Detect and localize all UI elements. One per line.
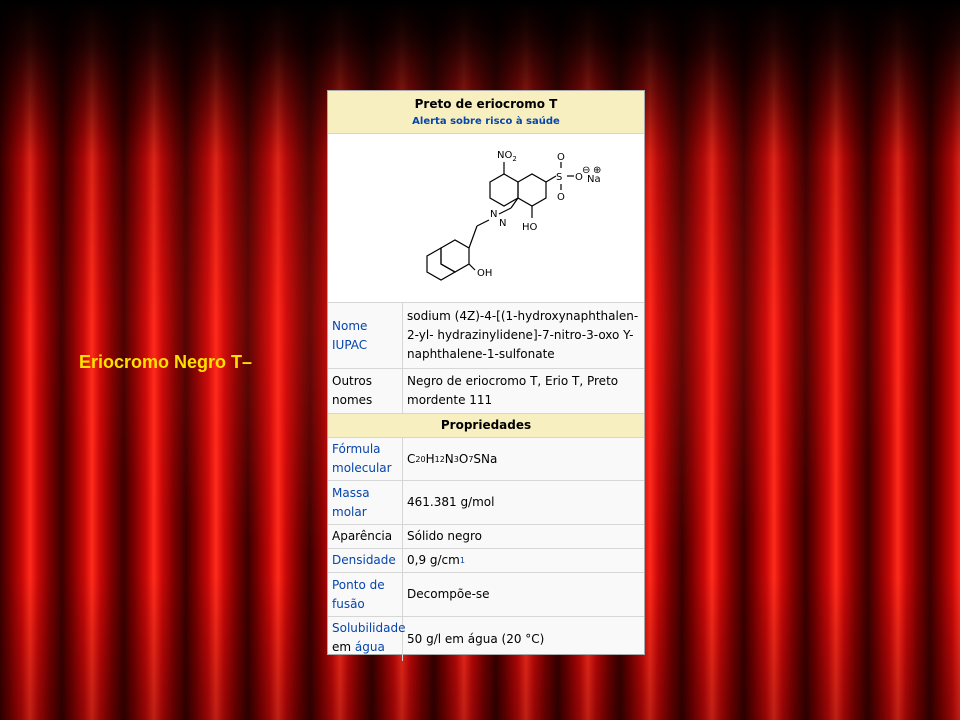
ring-d xyxy=(426,246,457,281)
other-names-value: Negro de eriocromo T, Erio T, Preto mord… xyxy=(407,374,619,407)
chemical-infobox: Preto de eriocromo T Alerta sobre risco … xyxy=(327,90,645,661)
nitrogen-1: N xyxy=(490,209,497,220)
density-row: Densidade 0,9 g/cm 1 xyxy=(328,549,644,573)
oxygen-2: O xyxy=(557,192,565,203)
nitrogen-2: N xyxy=(499,218,506,229)
infobox-title: Preto de eriocromo T xyxy=(414,97,558,111)
appearance-row: Aparência Sólido negro xyxy=(328,525,644,549)
oxygen-1: O xyxy=(557,152,565,163)
melting-point-value: Decompõe-se xyxy=(407,587,490,601)
iupac-value: sodium (4Z)-4-[(1-hydroxynaphthalen-2-yl… xyxy=(407,309,639,361)
infobox-header: Preto de eriocromo T Alerta sobre risco … xyxy=(328,91,644,134)
ring-b xyxy=(517,173,547,207)
solubility-row: Solubilidade em água 50 g/l em água (20 … xyxy=(328,617,644,661)
sulfur-label: S xyxy=(556,172,562,183)
formula-label[interactable]: Fórmula molecular xyxy=(328,438,403,480)
molar-mass-row: Massa molar 461.381 g/mol xyxy=(328,481,644,525)
hazard-link[interactable]: Alerta sobre risco à saúde xyxy=(328,116,644,127)
melting-point-label[interactable]: Ponto de fusão xyxy=(328,573,403,616)
molar-mass-label[interactable]: Massa molar xyxy=(328,481,403,524)
other-names-label: Outros nomes xyxy=(328,369,403,413)
ring-c xyxy=(440,239,470,273)
melting-point-row: Ponto de fusão Decompõe-se xyxy=(328,573,644,617)
formula-value: C 20 H 12 N 3 O 7 SNa xyxy=(407,451,498,466)
solubility-value: 50 g/l em água (20 °C) xyxy=(407,631,545,646)
other-names-row: Outros nomes Negro de eriocromo T, Erio … xyxy=(328,369,644,414)
solubility-label: Solubilidade em água xyxy=(328,617,406,661)
iupac-label[interactable]: Nome IUPAC xyxy=(328,303,403,368)
appearance-value: Sólido negro xyxy=(407,529,483,543)
solubility-label-em: em xyxy=(332,640,352,654)
ring-a xyxy=(489,173,519,207)
plus-charge: ⊕ xyxy=(593,165,601,176)
water-link[interactable]: água xyxy=(355,640,385,654)
molecule-diagram: NO2 O S O O ⊖ Na ⊕ N N HO OH xyxy=(426,150,601,281)
ho-label: HO xyxy=(522,222,538,233)
oh-label: OH xyxy=(477,268,492,279)
no2-label: NO2 xyxy=(497,150,517,163)
properties-header: Propriedades xyxy=(328,414,644,438)
slide-title: Eriocromo Negro T– xyxy=(79,352,253,372)
structure-image: NO2 O S O O ⊖ Na ⊕ N N HO OH xyxy=(328,134,644,303)
density-value: 0,9 g/cm 1 xyxy=(407,553,465,567)
formula-row: Fórmula molecular C 20 H 12 N 3 O 7 SNa xyxy=(328,438,644,481)
density-label[interactable]: Densidade xyxy=(328,549,403,572)
appearance-label: Aparência xyxy=(328,525,403,548)
solubility-link[interactable]: Solubilidade xyxy=(332,619,406,638)
molar-mass-value: 461.381 g/mol xyxy=(407,495,495,509)
iupac-row: Nome IUPAC sodium (4Z)-4-[(1-hydroxynaph… xyxy=(328,303,644,369)
